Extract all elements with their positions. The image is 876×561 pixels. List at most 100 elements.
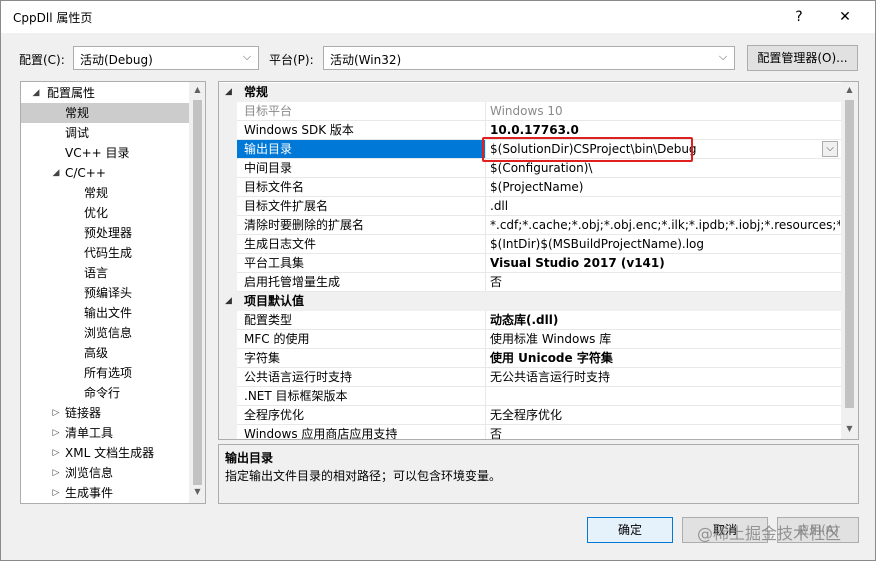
property-row[interactable]: 目标文件扩展名 .dll [219, 197, 841, 216]
property-value[interactable]: 否 [490, 273, 840, 291]
property-name: Windows 应用商店应用支持 [244, 427, 398, 440]
tree-item-label: VC++ 目录 [65, 146, 130, 160]
tree-item[interactable]: 预处理器 [21, 223, 189, 243]
watermark: @稀土掘金技术社区 [697, 524, 842, 543]
property-row[interactable]: 清除时要删除的扩展名 *.cdf;*.cache;*.obj;*.obj.enc;… [219, 216, 841, 235]
property-row[interactable]: Windows 应用商店应用支持 否 [219, 425, 841, 440]
expanded-caret-icon[interactable]: ◢ [225, 292, 232, 311]
property-row[interactable]: 生成日志文件 $(IntDir)$(MSBuildProjectName).log [219, 235, 841, 254]
row-gutter [219, 102, 237, 121]
property-row[interactable]: 平台工具集 Visual Studio 2017 (v141) [219, 254, 841, 273]
tree-item[interactable]: ▷ 生成事件 [21, 483, 189, 503]
window-title: CppDll 属性页 [13, 11, 93, 25]
property-value[interactable]: $(IntDir)$(MSBuildProjectName).log [490, 235, 840, 253]
property-value[interactable]: *.cdf;*.cache;*.obj;*.obj.enc;*.ilk;*.ip… [490, 216, 840, 234]
tree-item-label: 所有选项 [84, 366, 133, 380]
expanded-caret-icon[interactable]: ◢ [225, 83, 232, 102]
expanded-caret-icon[interactable]: ◢ [51, 163, 61, 183]
property-value[interactable]: 无全程序优化 [490, 406, 840, 424]
property-name: .NET 目标框架版本 [244, 389, 348, 403]
config-dropdown[interactable]: 活动(Debug) ⌵ [73, 46, 259, 70]
highlight-box [482, 137, 693, 162]
collapsed-caret-icon[interactable]: ▷ [51, 403, 61, 423]
row-gutter [219, 178, 237, 197]
tree-scroll-thumb[interactable] [193, 100, 202, 485]
property-row[interactable]: 全程序优化 无全程序优化 [219, 406, 841, 425]
property-value[interactable]: Visual Studio 2017 (v141) [490, 254, 840, 272]
tree-item[interactable]: 所有选项 [21, 363, 189, 383]
property-value[interactable]: $(ProjectName) [490, 178, 840, 196]
property-category[interactable]: ◢ 常规 [219, 83, 841, 102]
tree-item[interactable]: 调试 [21, 123, 189, 143]
tree-item[interactable]: 命令行 [21, 383, 189, 403]
property-tree: ◢ 配置属性 常规 调试 VC++ 目录 ◢ C/C++ 常规 优化 预处理器 代码生成 语言 预编译头… [20, 81, 206, 504]
tree-item[interactable]: VC++ 目录 [21, 143, 189, 163]
scroll-up-icon[interactable]: ▲ [189, 85, 205, 94]
tree-item[interactable]: 浏览信息 [21, 323, 189, 343]
tree-item[interactable]: 语言 [21, 263, 189, 283]
collapsed-caret-icon[interactable]: ▷ [51, 423, 61, 443]
property-value[interactable]: 使用标准 Windows 库 [490, 330, 840, 348]
expanded-caret-icon[interactable]: ◢ [31, 83, 41, 103]
property-value[interactable]: 无公共语言运行时支持 [490, 368, 840, 386]
property-value[interactable]: 动态库(.dll) [490, 311, 840, 329]
property-name: 平台工具集 [244, 256, 305, 270]
chevron-down-icon[interactable]: ⌵ [822, 141, 838, 157]
row-gutter [219, 254, 237, 273]
property-row[interactable]: .NET 目标框架版本 [219, 387, 841, 406]
tree-item[interactable]: 常规 [21, 183, 189, 203]
tree-item[interactable]: ▷ 链接器 [21, 403, 189, 423]
property-row[interactable]: 目标平台 Windows 10 [219, 102, 841, 121]
collapsed-caret-icon[interactable]: ▷ [51, 443, 61, 463]
close-button[interactable]: ✕ [823, 1, 867, 33]
tree-item-label: 浏览信息 [65, 466, 114, 480]
help-button[interactable]: ? [777, 1, 821, 33]
tree-item[interactable]: ▷ 浏览信息 [21, 463, 189, 483]
scroll-down-icon[interactable]: ▼ [189, 487, 205, 496]
property-value[interactable]: Windows 10 [490, 102, 840, 120]
tree-item[interactable]: 代码生成 [21, 243, 189, 263]
property-category[interactable]: ◢ 项目默认值 [219, 292, 841, 311]
property-name: 生成日志文件 [244, 237, 317, 251]
tree-item[interactable]: 优化 [21, 203, 189, 223]
platform-dropdown[interactable]: 活动(Win32) ⌵ [323, 46, 735, 70]
ok-button[interactable]: 确定 [587, 517, 673, 543]
property-name: 字符集 [244, 351, 281, 365]
tree-item[interactable]: 输出文件 [21, 303, 189, 323]
collapsed-caret-icon[interactable]: ▷ [51, 463, 61, 483]
row-gutter [219, 197, 237, 216]
tree-item-label: 调试 [65, 126, 90, 140]
collapsed-caret-icon[interactable]: ▷ [51, 483, 61, 503]
property-row[interactable]: MFC 的使用 使用标准 Windows 库 [219, 330, 841, 349]
property-value[interactable]: 使用 Unicode 字符集 [490, 349, 840, 367]
tree-item[interactable]: ◢ C/C++ [21, 163, 189, 183]
property-value[interactable]: 否 [490, 425, 840, 439]
tree-item[interactable]: ▷ 清单工具 [21, 423, 189, 443]
property-row[interactable]: 启用托管增量生成 否 [219, 273, 841, 292]
tree-item[interactable]: 高级 [21, 343, 189, 363]
tree-item[interactable]: 预编译头 [21, 283, 189, 303]
property-pages-dialog: CppDll 属性页 ? ✕ 配置(C): 活动(Debug) ⌵ 平台(P):… [0, 0, 876, 561]
property-value[interactable]: .dll [490, 197, 840, 215]
grid-scrollbar[interactable]: ▲ ▼ [841, 82, 858, 439]
row-gutter [219, 330, 237, 349]
column-divider [485, 349, 486, 368]
grid-scroll-thumb[interactable] [845, 100, 854, 408]
tree-item-label: C/C++ [65, 166, 106, 180]
tree-item[interactable]: ▷ XML 文档生成器 [21, 443, 189, 463]
tree-item-label: 预处理器 [84, 226, 133, 240]
description-title: 输出目录 [225, 451, 274, 465]
scroll-down-icon[interactable]: ▼ [841, 424, 858, 433]
property-row[interactable]: 公共语言运行时支持 无公共语言运行时支持 [219, 368, 841, 387]
tree-scrollbar[interactable]: ▲ ▼ [189, 82, 205, 503]
property-row[interactable]: 目标文件名 $(ProjectName) [219, 178, 841, 197]
property-name: Windows SDK 版本 [244, 123, 354, 137]
scroll-up-icon[interactable]: ▲ [841, 85, 858, 94]
property-name: 目标平台 [244, 104, 293, 118]
property-row[interactable]: 配置类型 动态库(.dll) [219, 311, 841, 330]
config-manager-button[interactable]: 配置管理器(O)... [747, 45, 858, 71]
tree-item[interactable]: ◢ 配置属性 [21, 83, 189, 103]
tree-item[interactable]: 常规 [21, 103, 189, 123]
property-row[interactable]: 字符集 使用 Unicode 字符集 [219, 349, 841, 368]
column-divider [485, 235, 486, 254]
